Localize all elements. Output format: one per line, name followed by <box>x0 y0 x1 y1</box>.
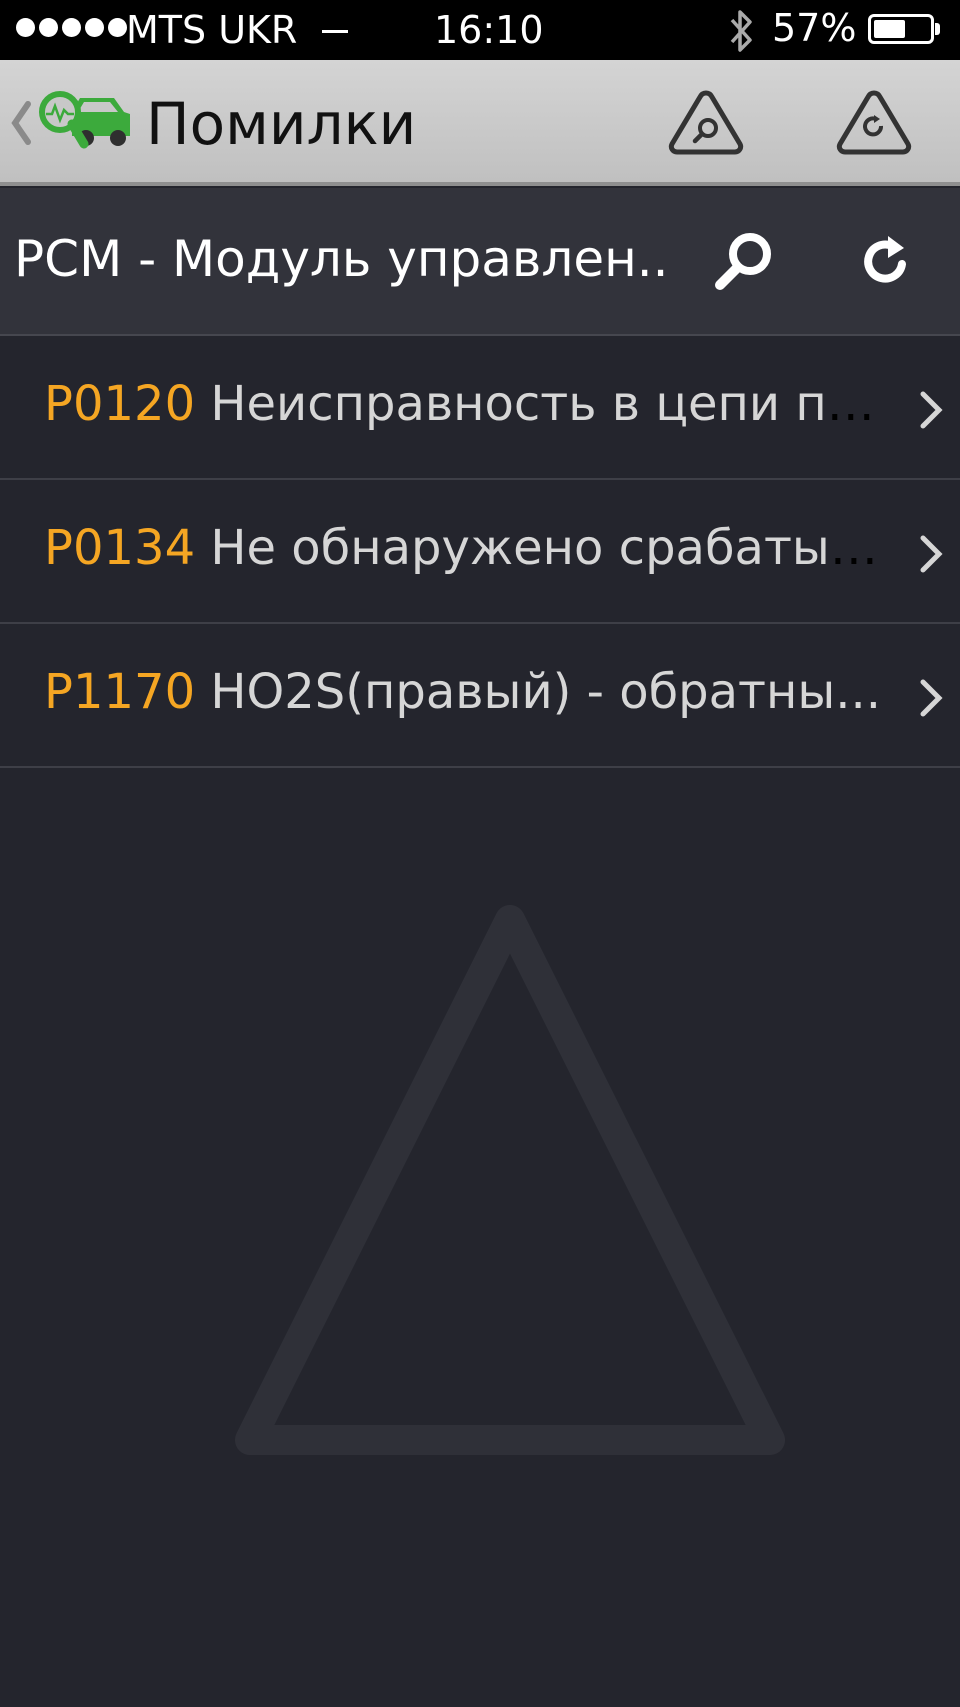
battery-percent: 57% <box>772 6 857 50</box>
error-text: P0134 Не обнаружено срабатыв... <box>44 520 894 576</box>
error-code: P1170 <box>44 664 196 720</box>
refresh-icon[interactable] <box>848 224 924 300</box>
error-row[interactable]: P1170 HO2S(правый) - обратны... <box>0 624 960 768</box>
signal-dots-icon <box>16 18 127 37</box>
bluetooth-icon <box>730 10 752 52</box>
error-row[interactable]: P0120 Неисправность в цепи по... <box>0 336 960 480</box>
error-description: HO2S(правый) - обратны... <box>210 664 882 720</box>
chevron-left-icon[interactable] <box>10 100 32 146</box>
warning-reset-icon[interactable] <box>836 88 912 156</box>
error-text: P1170 HO2S(правый) - обратны... <box>44 664 894 720</box>
error-description: Не обнаружено срабатыв... <box>210 520 894 576</box>
error-code: P0134 <box>44 520 196 576</box>
chevron-right-icon <box>920 391 943 429</box>
module-bar: PCM - Модуль управлен... <box>0 188 960 336</box>
module-title: PCM - Модуль управлен... <box>14 230 664 288</box>
background-watermark-icon <box>235 905 785 1455</box>
car-diagnostics-logo-icon <box>39 91 130 149</box>
warning-search-icon[interactable] <box>668 88 744 156</box>
carrier-name: MTS UKR <box>126 8 298 52</box>
page-title: Помилки <box>146 90 417 158</box>
wifi-icon <box>322 30 348 33</box>
battery-tip <box>935 23 940 35</box>
error-text: P0120 Неисправность в цепи по... <box>44 376 894 432</box>
clock: 16:10 <box>434 8 544 52</box>
error-description: Неисправность в цепи по... <box>210 376 894 432</box>
error-row[interactable]: P0134 Не обнаружено срабатыв... <box>0 480 960 624</box>
battery-icon <box>868 14 934 44</box>
search-icon[interactable] <box>704 224 780 300</box>
app-header: Помилки <box>0 60 960 186</box>
status-bar: MTS UKR 16:10 57% <box>0 0 960 60</box>
error-list: P0120 Неисправность в цепи по... P0134 Н… <box>0 336 960 768</box>
chevron-right-icon <box>920 679 943 717</box>
chevron-right-icon <box>920 535 943 573</box>
error-code: P0120 <box>44 376 196 432</box>
